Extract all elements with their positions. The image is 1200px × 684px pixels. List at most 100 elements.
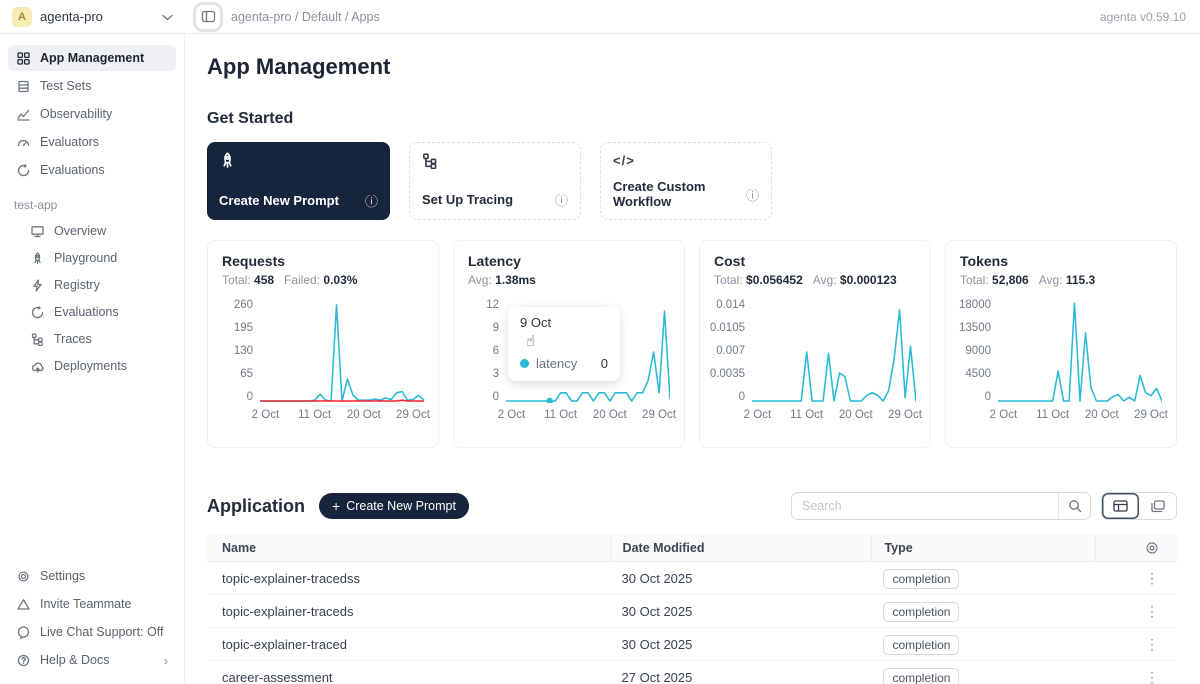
info-icon[interactable]: ⓘ [365, 191, 378, 210]
create-custom-workflow-card[interactable]: </> Create Custom Workflow ⓘ [600, 142, 772, 220]
table-view-button[interactable] [1102, 493, 1139, 519]
chart-title: Latency [468, 253, 670, 269]
sidebar-item-label: Evaluations [54, 305, 119, 319]
sidebar-toggle-button[interactable] [197, 6, 219, 28]
workspace-switcher[interactable]: A agenta-pro [0, 7, 185, 27]
tooltip-series-label: latency [536, 356, 577, 371]
sidebar-item-evaluators[interactable]: Evaluators [8, 129, 176, 155]
search-input[interactable] [792, 499, 1058, 513]
create-new-prompt-card[interactable]: Create New Prompt ⓘ [207, 142, 390, 220]
search-button[interactable] [1058, 493, 1090, 519]
sidebar-item-live-chat[interactable]: Live Chat Support: Off [8, 619, 176, 645]
table-row[interactable]: career-assessment 27 Oct 2025 completion… [207, 661, 1177, 684]
app-type: completion [871, 670, 1094, 684]
tokens-plot[interactable] [998, 299, 1162, 403]
cycle-icon [30, 306, 45, 319]
page-title: App Management [207, 54, 1177, 80]
row-menu-button[interactable]: ⋮ [1145, 604, 1159, 618]
app-date: 30 Oct 2025 [610, 637, 872, 652]
sidebar-item-playground[interactable]: Playground [22, 245, 176, 271]
cloud-icon [30, 360, 45, 373]
create-new-prompt-button[interactable]: + Create New Prompt [319, 493, 469, 519]
help-icon [16, 654, 31, 667]
col-type[interactable]: Type [871, 534, 1094, 561]
application-heading: Application [207, 496, 305, 517]
row-menu-button[interactable]: ⋮ [1145, 571, 1159, 585]
series-dot [520, 359, 529, 368]
breadcrumb[interactable]: agenta-pro / Default / Apps [231, 10, 380, 24]
col-actions [1095, 534, 1177, 561]
sidebar-item-test-sets[interactable]: Test Sets [8, 73, 176, 99]
search-icon [1068, 499, 1082, 513]
sidebar-item-deployments[interactable]: Deployments [22, 353, 176, 379]
cost-plot[interactable] [752, 299, 916, 403]
sidebar-item-label: Live Chat Support: Off [40, 625, 163, 639]
tooltip-value: 0 [601, 356, 608, 371]
table-row[interactable]: topic-explainer-tracedss 30 Oct 2025 com… [207, 562, 1177, 595]
latency-chart-card: Latency Avg: 1.38ms 129630 2 Oct11 Oct20… [453, 240, 685, 448]
hand-cursor-icon: ☝ [526, 332, 608, 350]
plus-icon: + [332, 498, 340, 514]
row-menu-button[interactable]: ⋮ [1145, 637, 1159, 651]
main-content: App Management Get Started Create New Pr… [185, 34, 1200, 684]
app-type: completion [871, 571, 1094, 586]
card-label: Create Custom Workflow [613, 179, 746, 209]
chart-stats: Avg: 1.38ms [468, 273, 670, 287]
cost-chart-card: Cost Total: $0.056452Avg: $0.000123 0.01… [699, 240, 931, 448]
col-date-modified[interactable]: Date Modified [610, 534, 872, 561]
sidebar-item-label: Evaluations [40, 163, 105, 177]
app-date: 27 Oct 2025 [610, 670, 872, 684]
sidebar-item-app-management[interactable]: App Management [8, 45, 176, 71]
workspace-avatar: A [12, 7, 32, 27]
sidebar-item-help-docs[interactable]: Help & Docs › [8, 647, 176, 673]
sidebar-item-label: Deployments [54, 359, 127, 373]
sidebar-item-invite-teammate[interactable]: Invite Teammate [8, 591, 176, 617]
y-axis: 260195130650 [222, 299, 260, 403]
chart-title: Requests [222, 253, 424, 269]
tokens-chart-card: Tokens Total: 52,806Avg: 115.3 180001350… [945, 240, 1177, 448]
rocket-icon [219, 152, 378, 174]
x-axis: 2 Oct11 Oct20 Oct29 Oct [260, 409, 424, 427]
sidebar-item-label: App Management [40, 51, 144, 65]
gear-icon[interactable] [1145, 541, 1159, 555]
set-up-tracing-card[interactable]: Set Up Tracing ⓘ [409, 142, 581, 220]
sidebar-item-label: Invite Teammate [40, 597, 131, 611]
app-name: career-assessment [207, 670, 610, 684]
get-started-heading: Get Started [207, 110, 1177, 128]
grid-icon [16, 52, 31, 65]
x-axis: 2 Oct11 Oct20 Oct29 Oct [998, 409, 1162, 427]
sidebar-item-traces[interactable]: Traces [22, 326, 176, 352]
requests-chart-card: Requests Total: 458Failed: 0.03% 2601951… [207, 240, 439, 448]
requests-plot[interactable] [260, 299, 424, 403]
info-icon[interactable]: ⓘ [746, 185, 759, 204]
chevron-down-icon [162, 8, 173, 26]
monitor-icon [30, 225, 45, 238]
sidebar-item-label: Help & Docs [40, 653, 109, 667]
chart-line-icon [16, 108, 31, 121]
table-row[interactable]: topic-explainer-traceds 30 Oct 2025 comp… [207, 595, 1177, 628]
chart-stats: Total: $0.056452Avg: $0.000123 [714, 273, 916, 287]
sidebar-toggle-ring [193, 2, 223, 32]
card-view-icon [1151, 500, 1165, 513]
type-badge: completion [883, 569, 959, 589]
info-icon[interactable]: ⓘ [555, 190, 568, 209]
app-name: topic-explainer-traceds [207, 604, 610, 619]
workspace-name: agenta-pro [40, 9, 154, 24]
button-label: Create New Prompt [346, 499, 456, 513]
sidebar-item-observability[interactable]: Observability [8, 101, 176, 127]
table-row[interactable]: topic-explainer-traced 30 Oct 2025 compl… [207, 628, 1177, 661]
col-name[interactable]: Name [207, 541, 610, 555]
sidebar-item-registry[interactable]: Registry [22, 272, 176, 298]
sidebar-item-settings[interactable]: Settings [8, 563, 176, 589]
sidebar-item-evaluations-app[interactable]: Evaluations [22, 299, 176, 325]
table-icon [16, 80, 31, 93]
sidebar-item-label: Traces [54, 332, 92, 346]
sidebar-item-overview[interactable]: Overview [22, 218, 176, 244]
triangle-icon [16, 598, 31, 611]
row-menu-button[interactable]: ⋮ [1145, 670, 1159, 684]
table-header: Name Date Modified Type [207, 534, 1177, 562]
x-axis: 2 Oct11 Oct20 Oct29 Oct [506, 409, 670, 427]
app-name: topic-explainer-tracedss [207, 571, 610, 586]
sidebar-item-evaluations[interactable]: Evaluations [8, 157, 176, 183]
card-view-button[interactable] [1139, 493, 1176, 519]
